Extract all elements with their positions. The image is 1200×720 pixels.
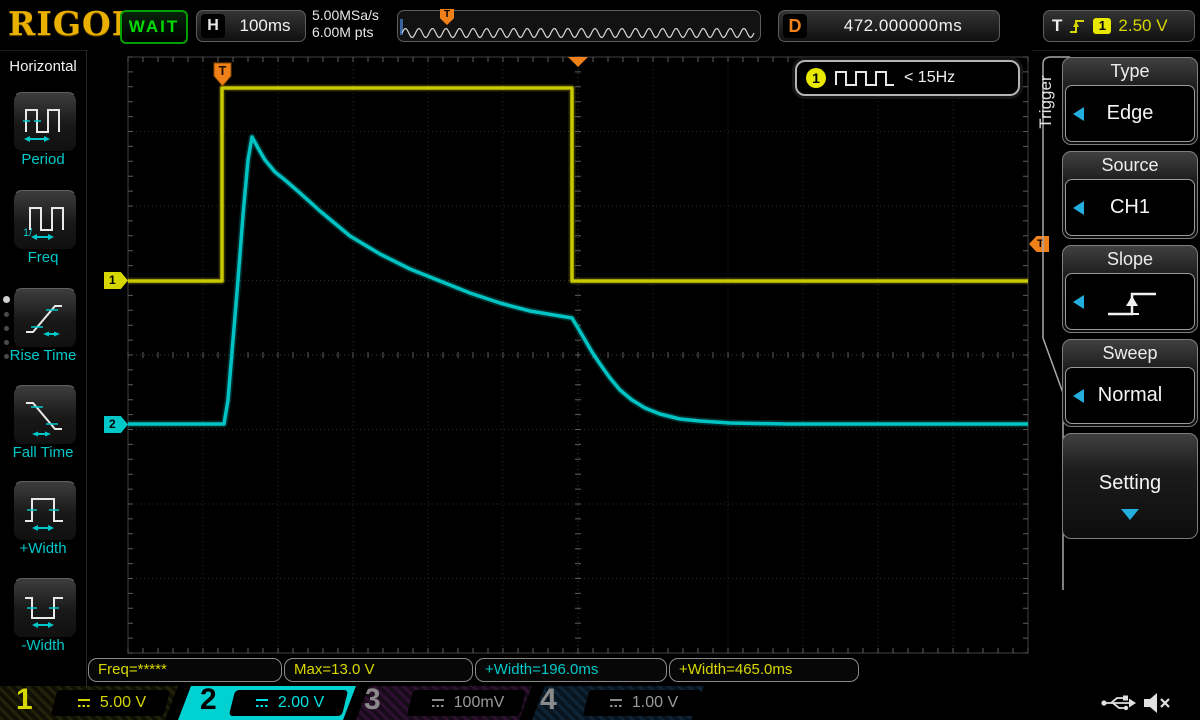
menu-page-dot	[4, 312, 9, 317]
trigger-source-badge: 1	[1093, 18, 1111, 34]
left-triangle-icon	[1073, 295, 1084, 309]
h-label: H	[201, 14, 225, 38]
type-value: Edge	[1107, 102, 1154, 125]
left-triangle-icon	[1073, 389, 1084, 403]
left-triangle-icon	[1073, 107, 1084, 121]
rise-time-icon	[22, 296, 68, 340]
sample-rate: 5.00MSa/s	[312, 7, 379, 24]
delay-value: 472.000000ms	[807, 16, 999, 36]
horizontal-timebase-box[interactable]: H 100ms	[196, 10, 306, 42]
timebase-value: 100ms	[225, 16, 305, 36]
plus-width-label: +Width	[0, 540, 86, 557]
rising-edge-icon	[1069, 18, 1086, 35]
ch2-scale: 2.00 V	[278, 694, 324, 712]
dc-coupling-icon	[253, 697, 271, 709]
measurement-pwidth-ch2: +Width=196.0ms	[475, 658, 667, 682]
fall-time-label: Fall Time	[0, 444, 86, 461]
menu-page-dot	[4, 340, 9, 345]
channel-4-status[interactable]: 4 1.00 V	[532, 686, 704, 720]
slope-softkey[interactable]: Slope	[1062, 245, 1198, 333]
measurement-freq: Freq=*****	[88, 658, 282, 682]
sweep-header: Sweep	[1065, 342, 1195, 367]
measurement-pwidth-ch1: +Width=465.0ms	[669, 658, 859, 682]
ch1-number: 1	[16, 683, 33, 717]
trigger-menu-tab: Trigger	[1036, 56, 1058, 148]
measurement-max: Max=13.0 V	[284, 658, 473, 682]
trigger-status-box[interactable]: T 1 2.50 V	[1043, 10, 1195, 42]
ch4-number: 4	[540, 683, 557, 717]
waveform-preview-strip: T	[397, 10, 761, 42]
type-header: Type	[1065, 60, 1195, 85]
d-label: D	[783, 14, 807, 38]
type-softkey[interactable]: Type Edge	[1062, 57, 1198, 145]
ch3-scale: 100mV	[454, 694, 505, 712]
ch4-scale: 1.00 V	[632, 694, 678, 712]
speaker-muted-icon	[1142, 690, 1174, 716]
dc-coupling-icon	[75, 697, 93, 709]
channel-status-bar: 1 5.00 V 2 2.00 V 3	[0, 686, 1200, 720]
pulse-train-icon	[834, 68, 896, 88]
memory-depth: 6.00M pts	[312, 24, 379, 41]
plus-width-button[interactable]	[13, 481, 77, 541]
sample-rate-block: 5.00MSa/s 6.00M pts	[312, 7, 379, 41]
freq-button[interactable]: 1/	[13, 190, 77, 250]
oscilloscope-screen: RIGOL WAIT H 100ms 5.00MSa/s 6.00M pts T…	[0, 0, 1200, 720]
preview-sine-icon	[400, 23, 758, 43]
badge-frequency-text: < 15Hz	[904, 69, 955, 87]
freq-icon: 1/	[22, 198, 68, 242]
rigol-logo: RIGOL	[8, 4, 136, 43]
badge-channel-chip: 1	[806, 68, 826, 88]
sweep-softkey[interactable]: Sweep Normal	[1062, 339, 1198, 427]
trigger-delay-box[interactable]: D 472.000000ms	[778, 10, 1000, 42]
rising-edge-icon	[1094, 282, 1166, 322]
source-header: Source	[1065, 154, 1195, 179]
trigger-menu: Type Edge Source CH1 Slope Sweep Normal	[1062, 57, 1198, 539]
status-bar: RIGOL WAIT H 100ms 5.00MSa/s 6.00M pts T…	[0, 0, 1200, 51]
minus-width-label: -Width	[0, 637, 86, 654]
period-label: Period	[0, 151, 86, 168]
ch1-scale: 5.00 V	[100, 694, 146, 712]
left-menu-title: Horizontal	[0, 58, 86, 75]
minus-width-icon	[22, 586, 68, 630]
svg-text:T: T	[219, 63, 227, 78]
plus-width-icon	[22, 489, 68, 533]
channel-3-status[interactable]: 3 100mV	[356, 686, 532, 720]
ch2-number: 2	[200, 683, 217, 717]
fall-time-button[interactable]	[13, 385, 77, 445]
minus-width-button[interactable]	[13, 578, 77, 638]
period-button[interactable]	[13, 92, 77, 152]
slope-header: Slope	[1065, 248, 1195, 273]
freq-label: Freq	[0, 249, 86, 266]
t-label: T	[1052, 16, 1062, 36]
dc-coupling-icon	[607, 697, 625, 709]
trigger-frequency-badge: 1 < 15Hz	[795, 60, 1020, 96]
usb-icon	[1100, 692, 1138, 714]
graticule: T	[88, 50, 1032, 660]
ch3-number: 3	[364, 683, 381, 717]
trigger-level-value: 2.50 V	[1118, 16, 1167, 36]
setting-softkey[interactable]: Setting	[1062, 433, 1198, 539]
fall-time-icon	[22, 393, 68, 437]
menu-page-dot	[4, 326, 9, 331]
menu-page-dot-active	[3, 296, 10, 303]
channel-2-status[interactable]: 2 2.00 V	[178, 686, 356, 720]
menu-page-dot	[4, 354, 9, 359]
rise-time-label: Rise Time	[0, 347, 86, 364]
period-icon	[22, 100, 68, 144]
left-triangle-icon	[1073, 201, 1084, 215]
source-value: CH1	[1110, 196, 1150, 219]
setting-label: Setting	[1063, 472, 1197, 495]
dc-coupling-icon	[429, 697, 447, 709]
rise-time-button[interactable]	[13, 288, 77, 348]
chevron-down-icon	[1121, 509, 1139, 520]
left-measure-menu: Horizontal Period 1/ Freq	[0, 50, 87, 686]
sweep-value: Normal	[1098, 384, 1162, 407]
channel-1-status[interactable]: 1 5.00 V	[0, 686, 178, 720]
acquisition-status: WAIT	[120, 10, 188, 44]
source-softkey[interactable]: Source CH1	[1062, 151, 1198, 239]
